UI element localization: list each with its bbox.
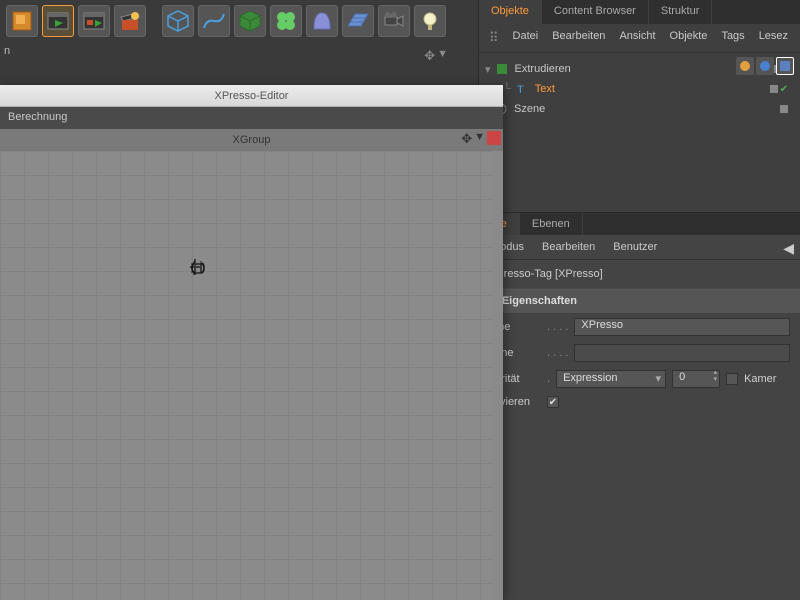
tab-content-browser[interactable]: Content Browser <box>542 0 649 24</box>
obj-label: Text <box>535 83 555 95</box>
attr-row-name: ame. . . . XPresso <box>479 314 800 340</box>
tab-objects[interactable]: Objekte <box>479 0 542 24</box>
extrude-icon <box>495 62 509 76</box>
objects-menu: ⠿ Datei Bearbeiten Ansicht Objekte Tags … <box>479 24 800 53</box>
xpresso-title: XPresso-Editor <box>215 90 289 102</box>
objects-panel: Objekte Content Browser Struktur ⠿ Datei… <box>478 0 800 212</box>
attr-menu: Modus Bearbeiten Benutzer ◀ <box>479 235 800 260</box>
attr-section-basic[interactable]: is-Eigenschaften <box>479 288 800 314</box>
input-priority-num[interactable]: 0 <box>672 370 720 388</box>
attr-tabs: ibute Ebenen <box>479 213 800 235</box>
obj-label: Szene <box>514 103 545 115</box>
layer-filters[interactable] <box>736 57 794 75</box>
attr-menu-edit[interactable]: Bearbeiten <box>542 241 595 253</box>
attr-row-activate: ktivieren ✔ <box>479 392 800 412</box>
tab-structure[interactable]: Struktur <box>649 0 713 24</box>
output-port[interactable] <box>487 131 501 145</box>
new-scene-button[interactable] <box>6 5 38 37</box>
cloner-button[interactable] <box>270 5 302 37</box>
menu-file[interactable]: Datei <box>513 30 539 46</box>
panel-tabs: Objekte Content Browser Struktur <box>479 0 800 24</box>
xgroup-title: XGroup <box>233 134 271 146</box>
menu-tags[interactable]: Tags <box>721 30 744 46</box>
nav-forward-icon[interactable]: ◀ <box>783 240 794 257</box>
attributes-panel: ibute Ebenen Modus Bearbeiten Benutzer ◀… <box>478 212 800 600</box>
grip-icon[interactable]: ⠿ <box>489 30 499 46</box>
camera-button[interactable] <box>378 5 410 37</box>
move-icon[interactable]: ✥ <box>461 131 472 147</box>
tree-row-scene[interactable]: 0 Szene <box>485 99 794 119</box>
filter-icon-1[interactable] <box>736 57 754 75</box>
clapper-button[interactable] <box>114 5 146 37</box>
floor-button[interactable] <box>342 5 374 37</box>
checkbox-camera[interactable] <box>726 373 738 385</box>
svg-text:T: T <box>517 84 524 96</box>
main-toolbar <box>0 0 478 42</box>
xgroup-header[interactable]: XGroup ✥ ▼ <box>0 129 503 151</box>
filter-icon-3[interactable] <box>776 57 794 75</box>
menu-view[interactable]: Ansicht <box>619 30 655 46</box>
attr-title: XPresso-Tag [XPresso] <box>479 260 800 288</box>
timeline-button[interactable] <box>42 5 74 37</box>
light-button[interactable] <box>414 5 446 37</box>
xpresso-canvas[interactable] <box>0 151 493 600</box>
tree-row-text[interactable]: └ T Text ✔ <box>485 79 794 99</box>
obj-label: Extrudieren <box>515 63 571 75</box>
label-camera: Kamer <box>744 373 776 385</box>
spline-button[interactable] <box>198 5 230 37</box>
filter-icon-2[interactable] <box>756 57 774 75</box>
anim-clip-button[interactable] <box>78 5 110 37</box>
cube-button[interactable] <box>162 5 194 37</box>
menu-edit[interactable]: Bearbeiten <box>552 30 605 46</box>
xpresso-editor-window[interactable]: XPresso-Editor Berechnung XGroup ✥ ▼ <box>0 85 503 600</box>
menu-bookmarks[interactable]: Lesez <box>759 30 788 46</box>
collapse-toggle[interactable]: ▾ <box>485 63 491 76</box>
menu-objects[interactable]: Objekte <box>670 30 708 46</box>
input-layer[interactable] <box>574 344 790 362</box>
xpresso-menu: Berechnung <box>0 107 503 129</box>
menu-berechnung[interactable]: Berechnung <box>8 111 67 123</box>
checkbox-activate[interactable]: ✔ <box>547 396 559 408</box>
xpresso-titlebar[interactable]: XPresso-Editor <box>0 85 503 107</box>
input-name[interactable]: XPresso <box>574 318 790 336</box>
tab-layers[interactable]: Ebenen <box>520 213 583 235</box>
object-tree[interactable]: ▾ Extrudieren ✔ └ T Text ✔ 0 Szene <box>479 53 800 125</box>
breadcrumb: n <box>4 45 482 63</box>
collapse-icon[interactable]: ▼ <box>474 131 485 147</box>
attr-row-priority: riorität. Expression 0 Kamer <box>479 366 800 392</box>
array-button[interactable] <box>234 5 266 37</box>
deformer-button[interactable] <box>306 5 338 37</box>
attr-row-layer: bene. . . . <box>479 340 800 366</box>
attr-menu-user[interactable]: Benutzer <box>613 241 657 253</box>
text-icon: T <box>515 82 529 96</box>
select-priority[interactable]: Expression <box>556 370 666 388</box>
tree-connector: └ <box>503 83 511 95</box>
